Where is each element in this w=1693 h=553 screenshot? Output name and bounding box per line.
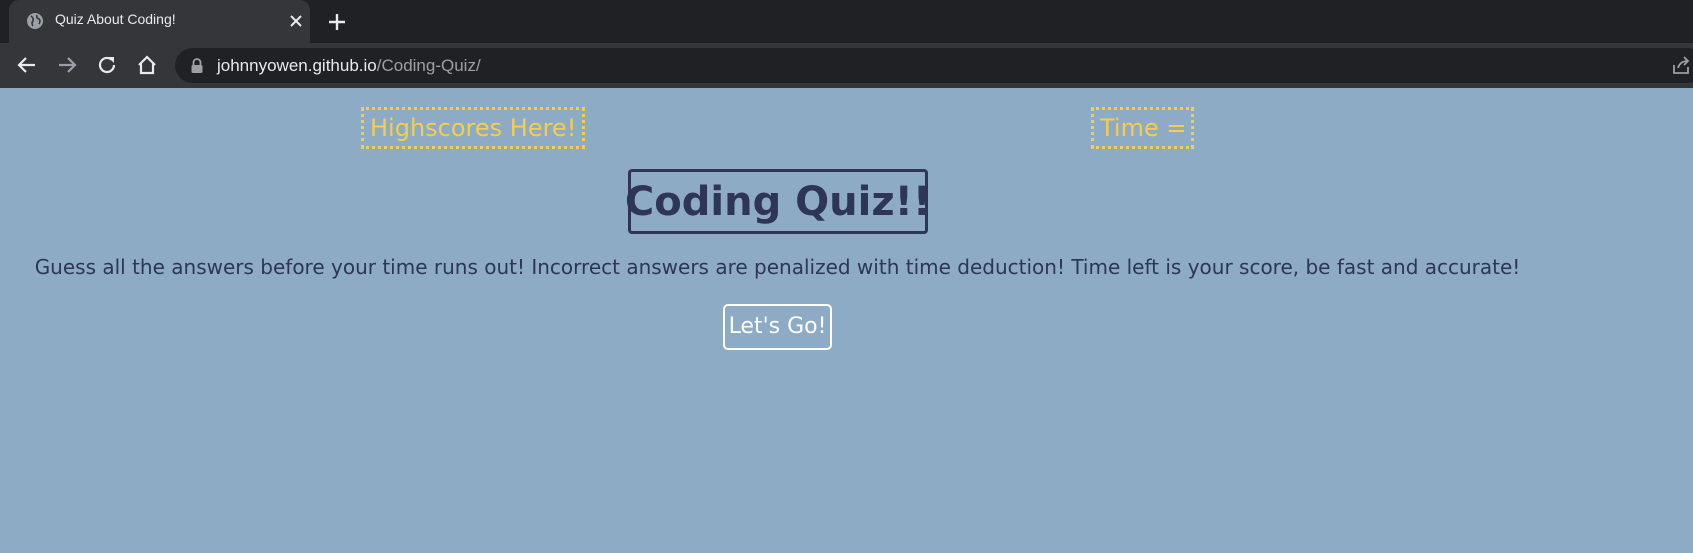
quiz-instructions: Guess all the answers before your time r… [34, 255, 1521, 279]
start-quiz-button[interactable]: Let's Go! [723, 304, 832, 350]
url-path: /Coding-Quiz/ [376, 56, 481, 75]
home-icon[interactable] [135, 53, 159, 77]
address-bar[interactable]: johnnyowen.github.io/Coding-Quiz/ [175, 48, 1693, 83]
browser-tab[interactable]: Quiz About Coding! [9, 0, 310, 43]
timer-display: Time = [1091, 107, 1194, 149]
browser-tab-strip: Quiz About Coding! [0, 0, 1693, 43]
close-icon[interactable] [287, 12, 305, 30]
browser-toolbar: johnnyowen.github.io/Coding-Quiz/ [0, 43, 1693, 88]
highscores-link[interactable]: Highscores Here! [361, 107, 586, 149]
quiz-page: Highscores Here! Time = Coding Quiz!! Gu… [0, 88, 1693, 553]
share-icon[interactable] [1670, 55, 1692, 77]
plus-icon[interactable] [326, 11, 348, 33]
lock-icon[interactable] [190, 58, 204, 74]
back-arrow-icon[interactable] [15, 53, 39, 77]
page-title: Coding Quiz!! [625, 169, 931, 234]
forward-arrow-icon[interactable] [55, 53, 79, 77]
url-text: johnnyowen.github.io/Coding-Quiz/ [217, 56, 481, 76]
globe-icon [27, 13, 43, 29]
url-host: johnnyowen.github.io [217, 56, 377, 75]
reload-icon[interactable] [95, 53, 119, 77]
tab-title: Quiz About Coding! [55, 11, 176, 27]
